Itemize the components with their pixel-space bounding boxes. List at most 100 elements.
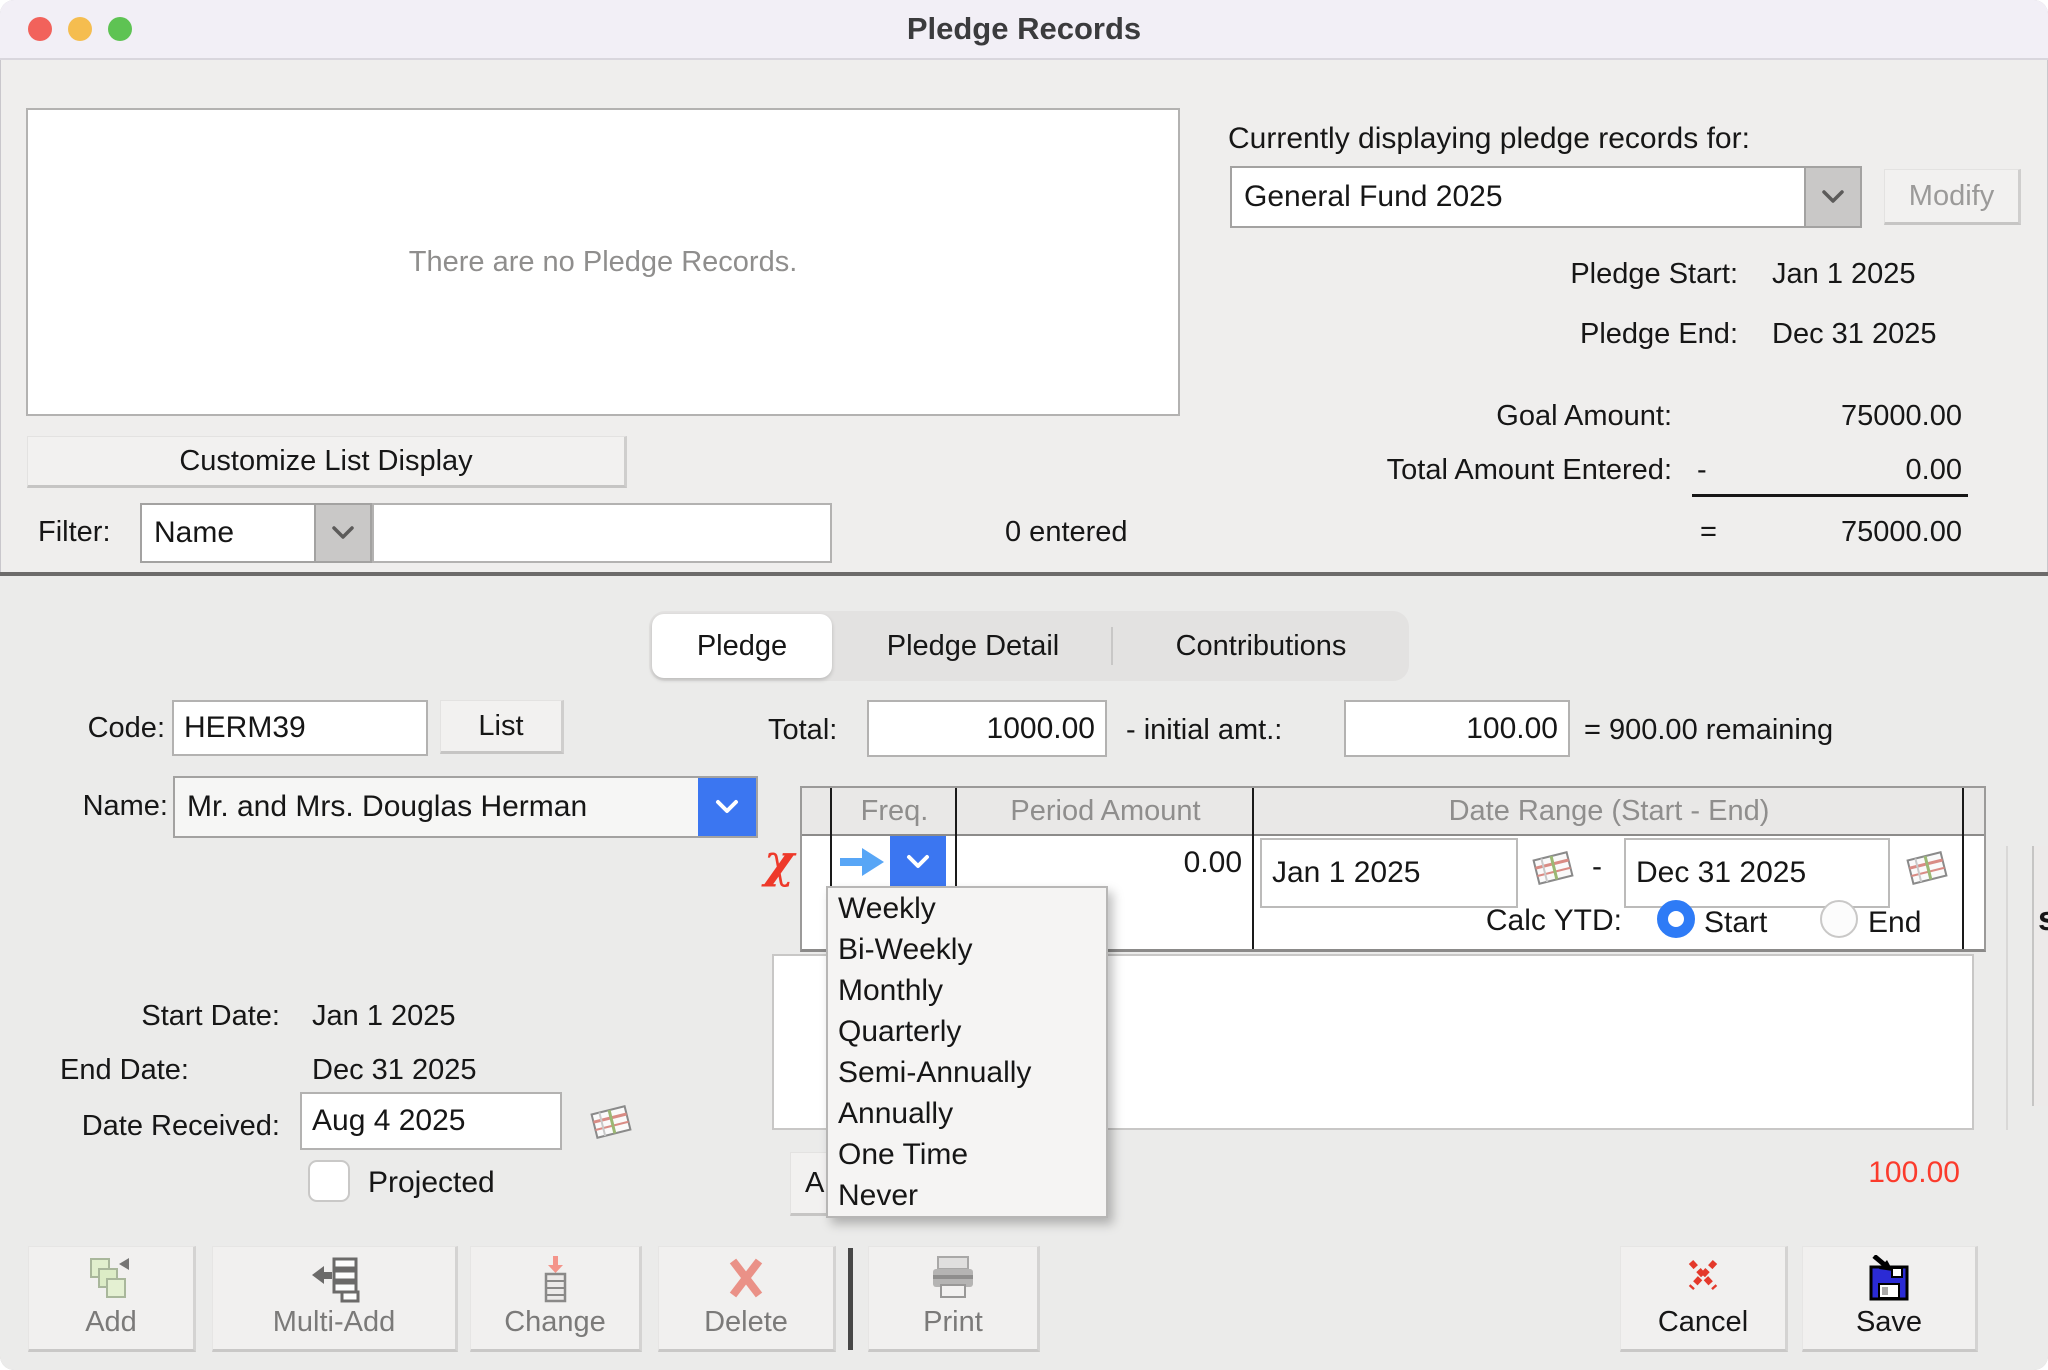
date-received-input[interactable]: Aug 4 2025 <box>300 1092 562 1150</box>
header-period-amount: Period Amount <box>957 788 1254 834</box>
code-label: Code: <box>40 712 165 745</box>
empty-list-message: There are no Pledge Records. <box>409 246 798 279</box>
table-header: Freq. Period Amount Date Range (Start - … <box>802 788 1984 836</box>
freq-dropdown-button[interactable] <box>890 836 946 888</box>
pledge-start-label: Pledge Start: <box>1350 258 1738 291</box>
print-button[interactable]: Print <box>868 1246 1040 1352</box>
window-title: Pledge Records <box>0 0 2048 58</box>
sum-rule <box>1692 494 1968 497</box>
remaining-goal-value: 75000.00 <box>1712 516 1962 549</box>
list-button[interactable]: List <box>440 700 564 754</box>
chevron-down-icon <box>330 524 356 542</box>
modify-button[interactable]: Modify <box>1884 169 2021 225</box>
pledge-end-label: Pledge End: <box>1350 318 1738 351</box>
menu-item-semiannually[interactable]: Semi-Annually <box>828 1052 1106 1093</box>
chevron-down-icon <box>904 852 932 872</box>
toolbar-divider <box>848 1248 853 1350</box>
customize-list-display-button[interactable]: Customize List Display <box>27 436 627 488</box>
projected-checkbox[interactable] <box>308 1160 350 1202</box>
tab-pledge-detail[interactable]: Pledge Detail <box>835 611 1111 681</box>
name-dropdown-button[interactable] <box>698 778 756 836</box>
header-indicator <box>802 788 832 834</box>
total-label: Total: <box>768 714 837 747</box>
name-combo[interactable]: Mr. and Mrs. Douglas Herman <box>173 776 758 838</box>
change-button[interactable]: Change <box>470 1246 642 1352</box>
chevron-down-icon <box>713 797 741 817</box>
calc-ytd-label: Calc YTD: <box>1422 904 1622 938</box>
date-start-input[interactable]: Jan 1 2025 <box>1260 838 1518 908</box>
period-amount-value[interactable]: 0.00 <box>962 846 1242 880</box>
end-date-value: Dec 31 2025 <box>312 1054 476 1087</box>
tab-pledge[interactable]: Pledge <box>652 614 832 678</box>
save-button[interactable]: Save <box>1802 1246 1978 1352</box>
record-tabs: Pledge Pledge Detail Contributions <box>649 611 1409 681</box>
change-icon <box>535 1255 575 1303</box>
calc-ytd-start-label: Start <box>1704 906 1767 940</box>
menu-item-onetime[interactable]: One Time <box>828 1134 1106 1175</box>
fund-dropdown-value: General Fund 2025 <box>1232 168 1804 226</box>
projected-label: Projected <box>368 1166 495 1200</box>
menu-item-biweekly[interactable]: Bi-Weekly <box>828 929 1106 970</box>
pledge-start-value: Jan 1 2025 <box>1772 258 1916 291</box>
total-input[interactable]: 1000.00 <box>867 700 1107 757</box>
total-amount-entered-value: 0.00 <box>1712 454 1962 487</box>
header-freq: Freq. <box>832 788 957 834</box>
start-date-label: Start Date: <box>60 1000 280 1033</box>
date-received-label: Date Received: <box>30 1110 280 1143</box>
calendar-icon[interactable] <box>1904 846 1950 890</box>
menu-item-weekly[interactable]: Weekly <box>828 888 1106 929</box>
calendar-icon[interactable] <box>1530 846 1576 890</box>
title-bar: Pledge Records <box>0 0 2048 60</box>
entered-count: 0 entered <box>1005 516 1128 549</box>
pledge-end-value: Dec 31 2025 <box>1772 318 1936 351</box>
multi-add-icon <box>308 1255 360 1303</box>
initial-amt-label: - initial amt.: <box>1126 714 1282 747</box>
cancel-button[interactable]: Cancel <box>1620 1246 1788 1352</box>
calc-ytd-end-radio[interactable] <box>1820 900 1858 938</box>
edge-line <box>2006 846 2008 1130</box>
calendar-icon[interactable] <box>588 1100 634 1144</box>
cancel-x-icon <box>1683 1255 1723 1297</box>
filter-label: Filter: <box>38 516 111 549</box>
delete-button[interactable]: Delete <box>658 1246 836 1352</box>
menu-item-never[interactable]: Never <box>828 1175 1106 1216</box>
pledge-records-list[interactable]: There are no Pledge Records. <box>26 108 1180 416</box>
menu-item-annually[interactable]: Annually <box>828 1093 1106 1134</box>
clipped-edge-element: s <box>2032 846 2048 1106</box>
calc-ytd-start-radio[interactable] <box>1657 900 1695 938</box>
date-range-dash: - <box>1592 850 1602 884</box>
pledge-records-window: Pledge Records There are no Pledge Recor… <box>0 0 2048 1370</box>
frequency-menu: Weekly Bi-Weekly Monthly Quarterly Semi-… <box>826 886 1108 1218</box>
goal-amount-value: 75000.00 <box>1712 400 1962 433</box>
start-date-value: Jan 1 2025 <box>312 1000 456 1033</box>
print-icon <box>927 1255 979 1301</box>
pending-amount: 100.00 <box>1720 1156 1960 1190</box>
goal-amount-label: Goal Amount: <box>1250 400 1672 433</box>
fund-dropdown[interactable]: General Fund 2025 <box>1230 166 1862 228</box>
multi-add-button[interactable]: Multi-Add <box>212 1246 458 1352</box>
calc-ytd-end-label: End <box>1868 906 1921 940</box>
delete-row-icon[interactable]: χ <box>764 838 794 884</box>
menu-item-monthly[interactable]: Monthly <box>828 970 1106 1011</box>
add-button[interactable]: Add <box>28 1246 196 1352</box>
filter-dropdown-button[interactable] <box>314 505 370 561</box>
filter-field-value: Name <box>142 505 314 561</box>
minus-sign: - <box>1697 454 1707 487</box>
chevron-down-icon <box>1820 188 1846 206</box>
end-date-label: End Date: <box>60 1054 189 1087</box>
save-floppy-icon <box>1866 1255 1912 1301</box>
date-end-input[interactable]: Dec 31 2025 <box>1624 838 1890 908</box>
currently-displaying-label: Currently displaying pledge records for: <box>1228 122 1750 156</box>
total-amount-entered-label: Total Amount Entered: <box>1250 454 1672 487</box>
header-date-range: Date Range (Start - End) <box>1254 788 1964 834</box>
initial-amt-input[interactable]: 100.00 <box>1344 700 1570 757</box>
current-row-arrow-icon <box>838 846 886 878</box>
filter-search-input[interactable] <box>372 503 832 563</box>
tab-contributions[interactable]: Contributions <box>1113 611 1409 681</box>
filter-field-dropdown[interactable]: Name <box>140 503 372 563</box>
menu-item-quarterly[interactable]: Quarterly <box>828 1011 1106 1052</box>
code-input[interactable]: HERM39 <box>172 700 428 756</box>
header-scroll-gutter <box>1964 788 1984 834</box>
fund-dropdown-button[interactable] <box>1804 168 1860 226</box>
delete-x-icon <box>724 1255 768 1301</box>
